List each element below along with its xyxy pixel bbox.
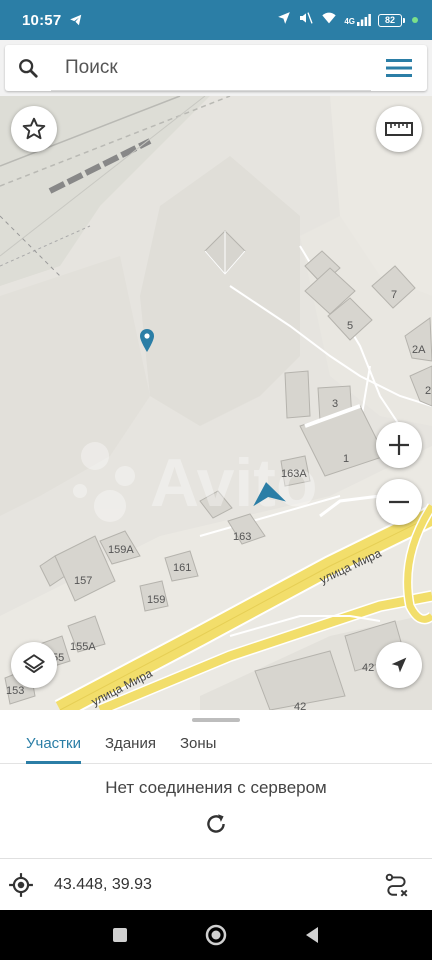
star-icon: [21, 116, 47, 142]
signal-icon: 4G: [344, 14, 371, 26]
house-number: 159: [147, 594, 165, 606]
privacy-dot: [412, 17, 418, 23]
tab-plots[interactable]: Участки: [14, 722, 93, 764]
tab-bar: Участки Здания Зоны: [0, 722, 432, 764]
wifi-icon: [321, 11, 337, 30]
menu-icon[interactable]: [371, 58, 427, 78]
house-number: 3: [332, 398, 338, 410]
house-number: 157: [74, 575, 92, 587]
layers-icon: [21, 652, 47, 678]
search-icon[interactable]: [5, 57, 51, 79]
map-canvas: Avito 7 5 2А 3 2 1 163А 159А 163 161 157…: [0, 96, 432, 710]
house-number: 1: [343, 453, 349, 465]
zoom-out-icon: [386, 489, 412, 515]
status-time: 10:57: [22, 11, 62, 29]
system-nav-bar: [0, 910, 432, 960]
ruler-button[interactable]: [376, 106, 422, 152]
nav-back-icon[interactable]: [264, 926, 360, 944]
compass-button[interactable]: [376, 642, 422, 688]
nav-square-icon[interactable]: [72, 927, 168, 943]
nav-circle-icon[interactable]: [168, 924, 264, 946]
route-icon[interactable]: [384, 872, 410, 898]
tab-buildings[interactable]: Здания: [93, 722, 168, 764]
telegram-icon: [69, 13, 83, 27]
compass-arrow-icon: [388, 654, 410, 676]
house-number: 161: [173, 562, 191, 574]
house-number: 42: [362, 662, 374, 674]
network-type-label: 4G: [344, 17, 355, 26]
house-number: 2: [425, 385, 431, 397]
battery-indicator: 82: [378, 13, 405, 27]
mute-icon: [298, 10, 314, 31]
search-bar: [5, 45, 427, 91]
house-number: 155А: [70, 641, 96, 653]
house-number: 42: [294, 701, 306, 710]
house-number: 2А: [412, 344, 426, 356]
status-bar: 10:57 4G 82: [0, 0, 432, 40]
house-number: 163А: [281, 468, 307, 480]
coordinates-row: 43.448, 39.93: [0, 859, 432, 910]
house-number: 163: [233, 531, 251, 543]
my-location-icon[interactable]: [0, 872, 62, 898]
house-number: 7: [391, 289, 397, 301]
house-number: 159А: [108, 544, 134, 556]
bottom-sheet: Участки Здания Зоны Нет соединения с сер…: [0, 710, 432, 910]
house-number: 153: [6, 685, 24, 697]
coordinates-text: 43.448, 39.93: [54, 875, 152, 893]
svg-text:Avito: Avito: [150, 445, 317, 521]
map-view[interactable]: Avito 7 5 2А 3 2 1 163А 159А 163 161 157…: [0, 96, 432, 710]
refresh-icon: [203, 811, 229, 837]
zoom-in-button[interactable]: [376, 422, 422, 468]
zoom-out-button[interactable]: [376, 479, 422, 525]
ruler-icon: [385, 121, 413, 137]
connection-error-message: Нет соединения с сервером: [105, 778, 327, 797]
search-area: [0, 40, 432, 96]
zoom-in-icon: [386, 432, 412, 458]
battery-level: 82: [378, 13, 402, 27]
refresh-button[interactable]: [198, 806, 234, 842]
layers-button[interactable]: [11, 642, 57, 688]
tab-zones[interactable]: Зоны: [168, 722, 228, 764]
location-arrow-icon: [277, 11, 291, 30]
favorites-button[interactable]: [11, 106, 57, 152]
search-input[interactable]: [51, 56, 371, 79]
house-number: 5: [347, 320, 353, 332]
